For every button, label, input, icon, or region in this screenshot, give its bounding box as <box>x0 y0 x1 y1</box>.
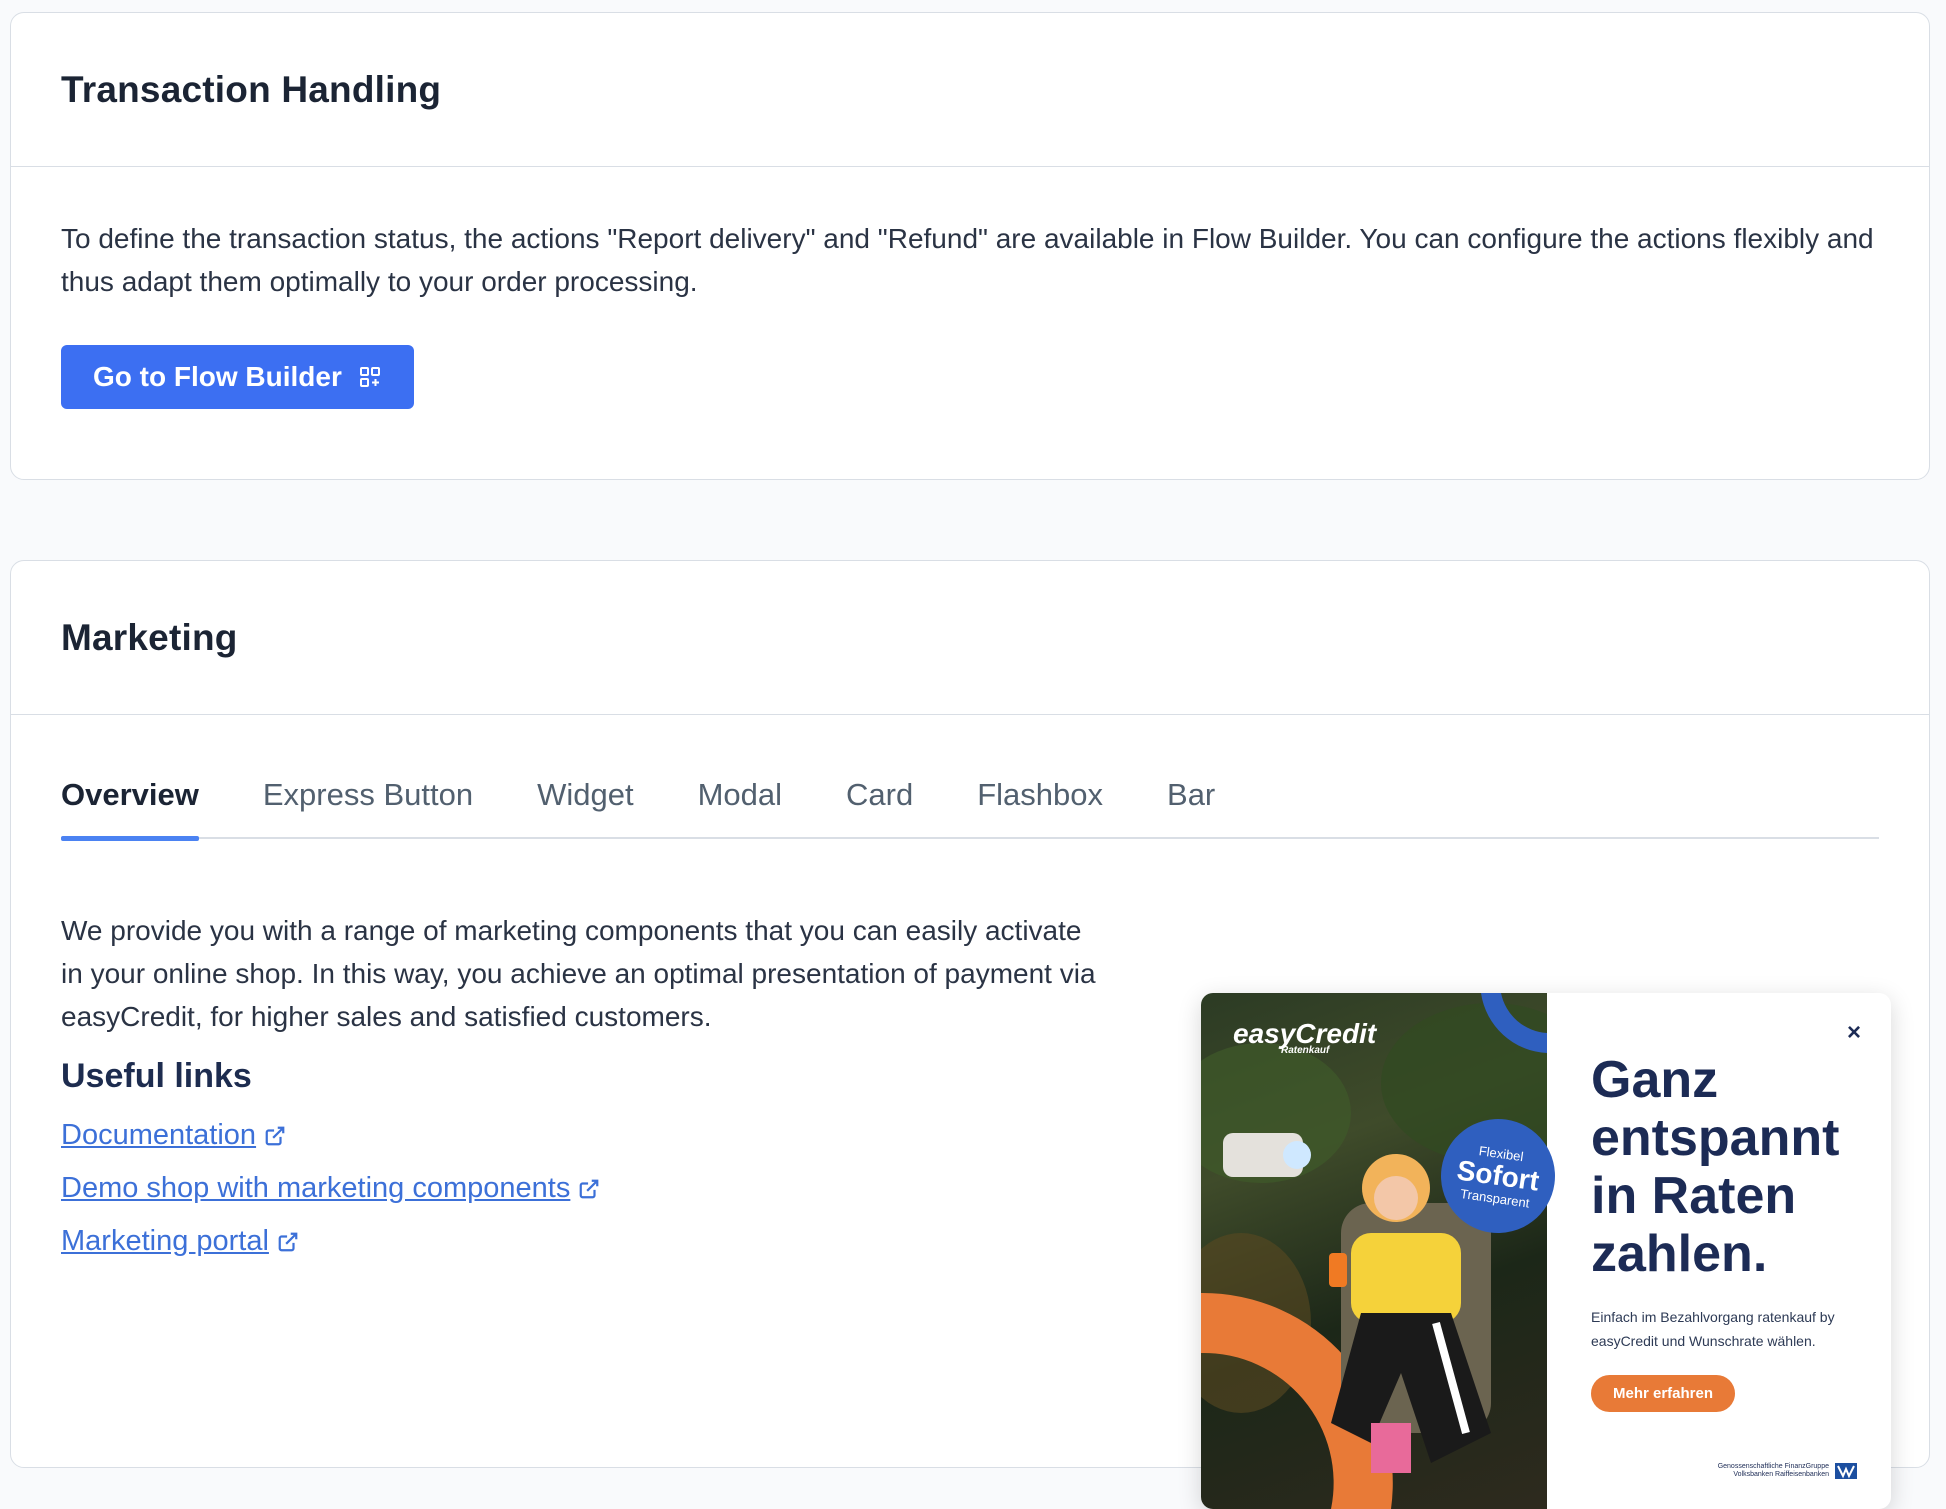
tab-flashbox[interactable]: Flashbox <box>977 755 1103 839</box>
transaction-card-title: Transaction Handling <box>61 68 442 110</box>
banner-photo-illustration <box>1201 993 1547 1509</box>
marketing-card-header: Marketing <box>11 561 1929 715</box>
marketing-card: Marketing Overview Express Button Widget… <box>10 560 1930 1509</box>
banner-photo: easyCredit Ratenkauf <box>1201 993 1547 1509</box>
marketing-tabs: Overview Express Button Widget Modal Car… <box>61 755 1879 841</box>
marketing-card-title: Marketing <box>61 616 238 658</box>
banner-close-icon[interactable]: × <box>1847 1019 1861 1047</box>
bank-logo: Genossenschaftliche FinanzGruppe Volksba… <box>1718 1463 1857 1479</box>
bank-logo-text: Genossenschaftliche FinanzGruppe Volksba… <box>1718 1463 1829 1479</box>
transaction-card-header: Transaction Handling <box>11 13 1929 167</box>
tab-modal[interactable]: Modal <box>698 755 782 839</box>
banner-content: × Ganz entspannt in Raten zahlen. Einfac… <box>1547 993 1891 1509</box>
link-demo-shop[interactable]: Demo shop with marketing components <box>61 1172 600 1205</box>
tab-overview[interactable]: Overview <box>61 755 199 841</box>
link-marketing-portal-label: Marketing portal <box>61 1225 269 1257</box>
go-to-flow-builder-button[interactable]: Go to Flow Builder <box>61 345 414 409</box>
bank-line-2: Volksbanken Raiffeisenbanken <box>1733 1471 1829 1478</box>
easycredit-logo: easyCredit Ratenkauf <box>1233 1020 1376 1057</box>
tab-express-button[interactable]: Express Button <box>263 755 473 839</box>
external-link-icon <box>265 1126 285 1145</box>
flow-builder-icon <box>359 367 380 387</box>
overview-description: We provide you with a range of marketing… <box>61 915 1096 1032</box>
link-documentation[interactable]: Documentation <box>61 1119 600 1152</box>
tab-widget[interactable]: Widget <box>537 755 633 839</box>
flow-builder-button-label: Go to Flow Builder <box>93 361 342 392</box>
transaction-handling-card: Transaction Handling To define the trans… <box>10 12 1930 480</box>
external-link-icon <box>278 1232 298 1251</box>
useful-links-title: Useful links <box>61 1057 252 1095</box>
link-demo-shop-label: Demo shop with marketing components <box>61 1172 571 1204</box>
bank-line-1: Genossenschaftliche FinanzGruppe <box>1717 1463 1829 1470</box>
transaction-description: To define the transaction status, the ac… <box>61 223 1874 297</box>
tab-bar[interactable]: Bar <box>1167 755 1215 839</box>
tab-card[interactable]: Card <box>846 755 913 839</box>
banner-cta-button[interactable]: Mehr erfahren <box>1591 1375 1736 1412</box>
useful-links-list: Documentation Demo shop with marketing c… <box>61 1119 600 1278</box>
link-marketing-portal[interactable]: Marketing portal <box>61 1225 600 1258</box>
transaction-card-body: To define the transaction status, the ac… <box>11 167 1929 409</box>
banner-headline: Ganz entspannt in Raten zahlen. <box>1591 1051 1840 1283</box>
banner-subtext: Einfach im Bezahlvorgang ratenkauf by ea… <box>1591 1309 1835 1349</box>
marketing-banner-preview: easyCredit Ratenkauf Flexibel Sofort Tra… <box>1201 993 1891 1509</box>
link-documentation-label: Documentation <box>61 1119 257 1151</box>
bank-logo-icon <box>1835 1463 1857 1479</box>
external-link-icon <box>580 1179 599 1198</box>
